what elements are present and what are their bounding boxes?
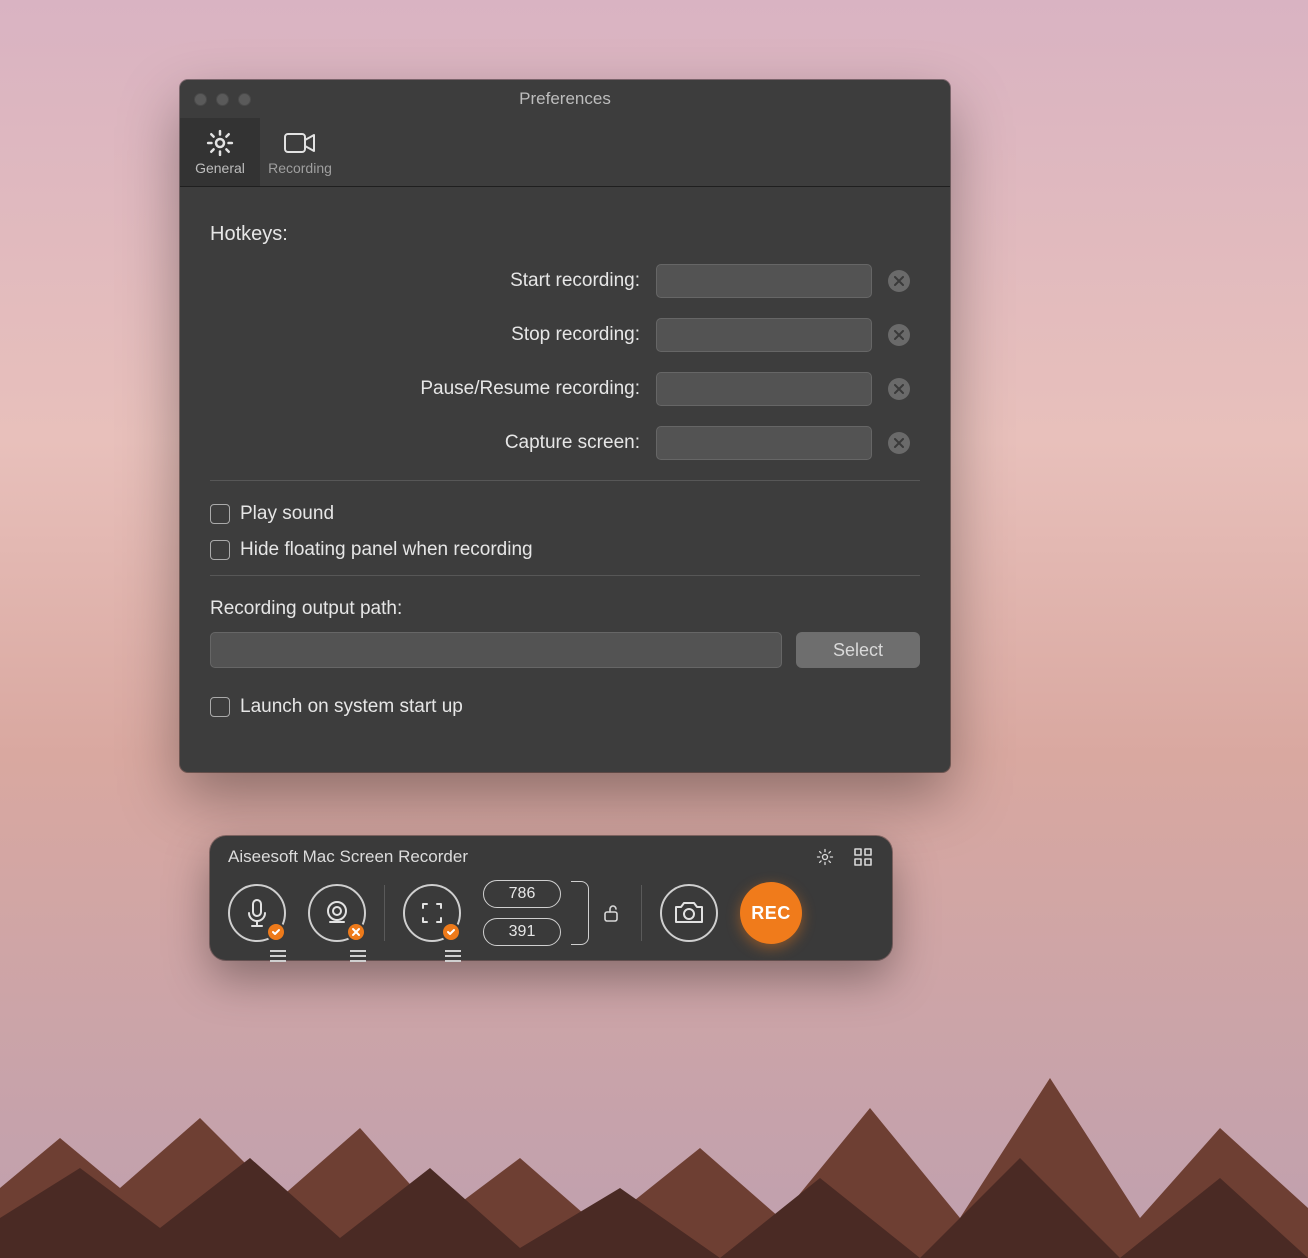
launch-startup-row: Launch on system start up (210, 696, 920, 718)
desktop-wallpaper-mountains (0, 958, 1308, 1258)
play-sound-label: Play sound (240, 503, 334, 525)
play-sound-row: Play sound (210, 503, 920, 525)
gear-icon (180, 126, 260, 160)
play-sound-checkbox[interactable] (210, 504, 230, 524)
panel-grid-button[interactable] (852, 846, 874, 868)
preferences-tabs: General Recording (180, 118, 950, 187)
panel-settings-button[interactable] (814, 846, 836, 868)
region-options-button[interactable] (445, 950, 461, 962)
menu-icon (270, 950, 286, 962)
hotkey-capture-input[interactable] (656, 426, 872, 460)
preferences-window: Preferences G (180, 80, 950, 772)
close-icon (894, 330, 904, 340)
menu-icon (350, 950, 366, 962)
record-button[interactable]: REC (740, 882, 802, 944)
launch-startup-checkbox[interactable] (210, 697, 230, 717)
divider (384, 885, 385, 941)
hide-panel-label: Hide floating panel when recording (240, 539, 533, 561)
bracket-icon (571, 881, 589, 945)
hotkey-pause-input[interactable] (656, 372, 872, 406)
tab-recording-label: Recording (260, 160, 340, 176)
region-select-button[interactable] (403, 884, 461, 942)
floating-control-panel: Aiseesoft Mac Screen Recorder (210, 836, 892, 960)
hide-panel-row: Hide floating panel when recording (210, 539, 920, 561)
hotkeys-heading: Hotkeys: (210, 223, 920, 246)
output-path-row: Select (210, 632, 920, 668)
hotkey-start-input[interactable] (656, 264, 872, 298)
gear-icon (815, 847, 835, 867)
record-button-label: REC (751, 903, 791, 924)
divider (210, 575, 920, 576)
select-output-path-button[interactable]: Select (796, 632, 920, 668)
hotkey-stop-label: Stop recording: (511, 324, 640, 346)
hotkey-row-stop: Stop recording: (210, 318, 920, 352)
crop-region-icon (417, 898, 447, 928)
hotkey-stop-clear-button[interactable] (888, 324, 910, 346)
close-icon (894, 276, 904, 286)
window-title: Preferences (180, 89, 950, 109)
screenshot-button[interactable] (660, 884, 718, 942)
tab-general[interactable]: General (180, 118, 260, 186)
x-badge-icon (346, 922, 366, 942)
tab-general-label: General (180, 160, 260, 176)
aspect-lock-button[interactable] (599, 901, 623, 925)
video-camera-icon (260, 126, 340, 160)
unlock-icon (600, 902, 622, 924)
hotkey-pause-label: Pause/Resume recording: (420, 378, 640, 400)
close-icon (894, 384, 904, 394)
hotkey-capture-clear-button[interactable] (888, 432, 910, 454)
titlebar: Preferences (180, 80, 950, 118)
panel-body: 786 391 REC (210, 874, 892, 954)
hotkey-start-label: Start recording: (510, 270, 640, 292)
hotkey-row-capture: Capture screen: (210, 426, 920, 460)
minimize-window-button[interactable] (216, 93, 229, 106)
checkmark-badge-icon (441, 922, 461, 942)
hotkey-pause-clear-button[interactable] (888, 378, 910, 400)
checkmark-badge-icon (266, 922, 286, 942)
region-width-value[interactable]: 786 (483, 880, 561, 908)
microphone-icon (243, 897, 271, 929)
region-height-value[interactable]: 391 (483, 918, 561, 946)
panel-title: Aiseesoft Mac Screen Recorder (228, 847, 468, 867)
webcam-toggle-button[interactable] (308, 884, 366, 942)
menu-icon (445, 950, 461, 962)
hotkey-row-start: Start recording: (210, 264, 920, 298)
divider (210, 480, 920, 481)
close-icon (894, 438, 904, 448)
close-window-button[interactable] (194, 93, 207, 106)
hotkey-row-pause: Pause/Resume recording: (210, 372, 920, 406)
divider (641, 885, 642, 941)
camera-icon (673, 900, 705, 926)
output-path-input[interactable] (210, 632, 782, 668)
hotkey-capture-label: Capture screen: (505, 432, 640, 454)
hide-panel-checkbox[interactable] (210, 540, 230, 560)
tab-recording[interactable]: Recording (260, 118, 340, 186)
output-path-label: Recording output path: (210, 598, 920, 620)
panel-header: Aiseesoft Mac Screen Recorder (210, 836, 892, 874)
hotkey-start-clear-button[interactable] (888, 270, 910, 292)
webcam-icon (322, 898, 352, 928)
grid-icon (854, 848, 872, 866)
microphone-toggle-button[interactable] (228, 884, 286, 942)
dimension-group: 786 391 (483, 880, 623, 946)
webcam-options-button[interactable] (350, 950, 366, 962)
traffic-lights (180, 93, 251, 106)
zoom-window-button[interactable] (238, 93, 251, 106)
hotkey-stop-input[interactable] (656, 318, 872, 352)
microphone-options-button[interactable] (270, 950, 286, 962)
launch-startup-label: Launch on system start up (240, 696, 463, 718)
preferences-body: Hotkeys: Start recording: Stop recording… (180, 187, 950, 772)
